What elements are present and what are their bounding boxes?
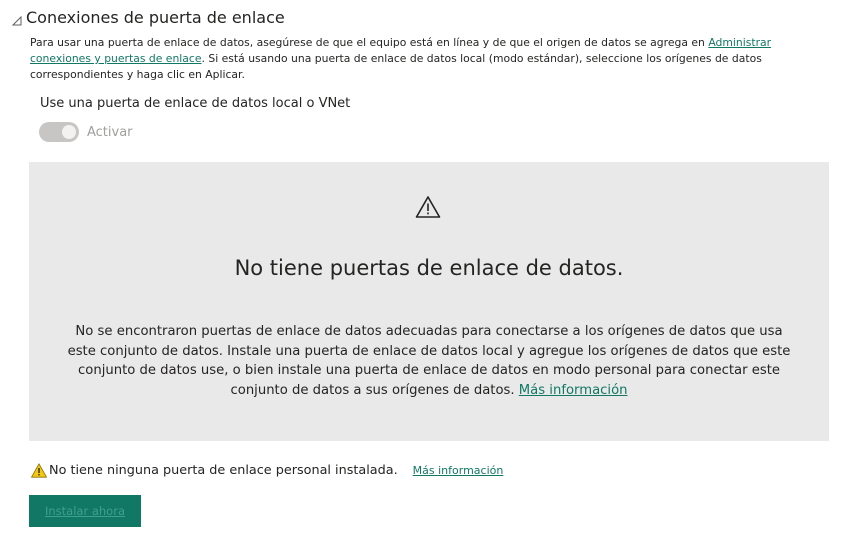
- warning-icon: [415, 195, 441, 219]
- empty-state-body: No se encontraron puertas de enlace de d…: [67, 322, 791, 400]
- learn-more-link[interactable]: Más información: [519, 383, 628, 398]
- intro-text: Para usar una puerta de enlace de datos,…: [30, 35, 830, 83]
- gateway-toggle-row: Activar: [39, 122, 133, 142]
- section-title: Conexiones de puerta de enlace: [26, 8, 285, 27]
- no-gateways-panel: No tiene puertas de enlace de datos. No …: [29, 162, 829, 441]
- personal-gateway-text: No tiene ninguna puerta de enlace person…: [49, 463, 398, 478]
- personal-learn-more-link[interactable]: Más información: [413, 464, 504, 477]
- personal-gateway-notice: No tiene ninguna puerta de enlace person…: [31, 463, 503, 478]
- toggle-label: Activar: [87, 124, 133, 140]
- intro-text-before: Para usar una puerta de enlace de datos,…: [30, 36, 709, 49]
- install-now-button[interactable]: Instalar ahora: [29, 495, 141, 527]
- section-header[interactable]: Conexiones de puerta de enlace: [11, 8, 285, 27]
- gateway-option-label: Use una puerta de enlace de datos local …: [40, 96, 351, 111]
- collapse-triangle-icon[interactable]: [11, 12, 23, 25]
- empty-state-description: No se encontraron puertas de enlace de d…: [67, 324, 791, 398]
- toggle-knob: [62, 125, 76, 139]
- gateway-connections-settings: Conexiones de puerta de enlace Para usar…: [0, 0, 853, 555]
- gateway-toggle[interactable]: [39, 122, 79, 142]
- warning-icon: [31, 463, 47, 478]
- empty-state-title: No tiene puertas de enlace de datos.: [234, 256, 624, 280]
